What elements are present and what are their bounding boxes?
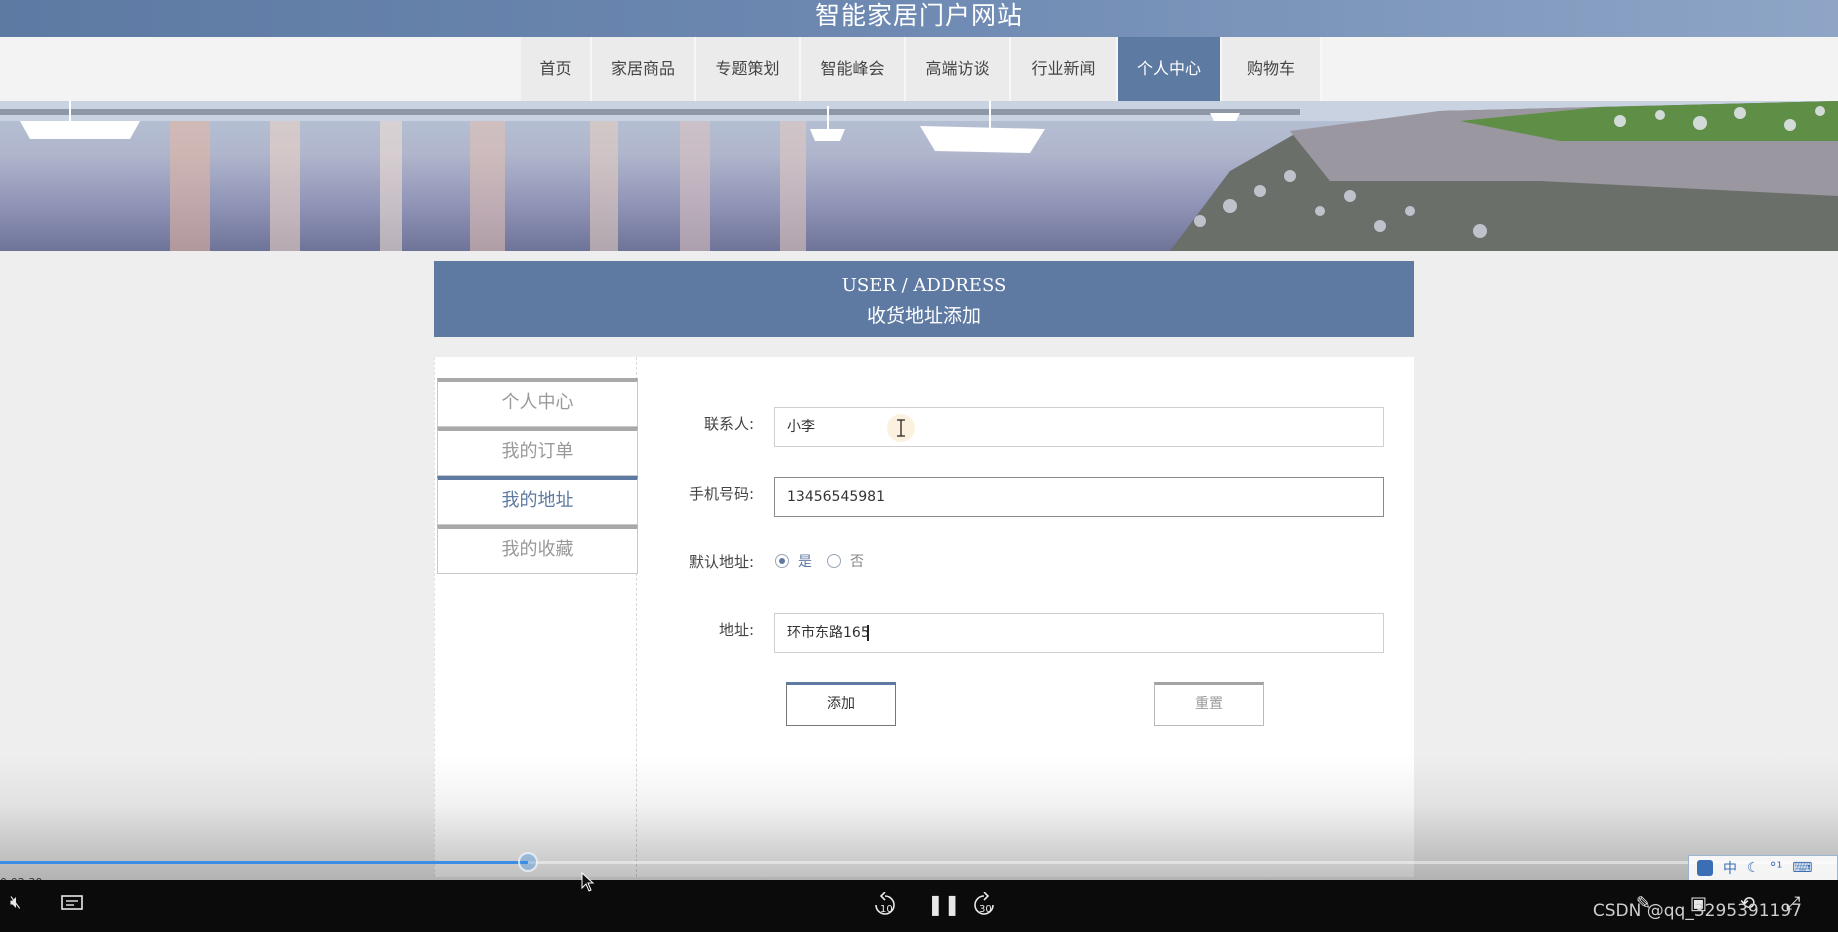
mute-icon[interactable]: 🔇︎ [10, 892, 21, 913]
nav-item-home[interactable]: 首页 [521, 37, 592, 101]
user-sidebar: 个人中心 我的订单 我的地址 我的收藏 [434, 357, 638, 877]
rewind-seconds: 10 [880, 904, 893, 915]
nav-item-summit[interactable]: 智能峰会 [801, 37, 906, 101]
default-yes-radio[interactable] [775, 554, 789, 568]
mouse-pointer-icon [581, 872, 595, 892]
reset-button[interactable]: 重置 [1154, 682, 1264, 726]
nav-item-news[interactable]: 行业新闻 [1011, 37, 1118, 101]
default-no-radio[interactable] [827, 554, 841, 568]
contact-label: 联系人: [703, 415, 754, 433]
nav-item-cart[interactable]: 购物车 [1222, 37, 1322, 101]
add-button[interactable]: 添加 [786, 682, 896, 726]
nav-bar: 首页 家居商品 专题策划 智能峰会 高端访谈 行业新闻 个人中心 购物车 [0, 37, 1838, 101]
section-header: USER / ADDRESS 收货地址添加 [434, 261, 1414, 337]
keyboard-icon[interactable]: ⌨ [1792, 860, 1812, 876]
phone-input[interactable]: 13456545981 [774, 477, 1384, 517]
text-caret [867, 625, 869, 641]
default-yes-label[interactable]: 是 [798, 551, 812, 571]
progress-bar[interactable] [0, 861, 1838, 864]
subtitle-icon[interactable] [61, 895, 83, 913]
phone-label: 手机号码: [688, 485, 754, 503]
player-controls: 🔇︎ 10 ❚❚ 30 ✎ ▣ ⟲ ⤢ [0, 880, 1838, 932]
progress-fill [0, 861, 528, 864]
pause-icon[interactable]: ❚❚ [927, 892, 961, 916]
moon-icon[interactable]: ☾ [1747, 860, 1760, 876]
section-title-cn: 收货地址添加 [866, 305, 981, 327]
section-title-en: USER / ADDRESS [841, 275, 1007, 296]
watermark: CSDN @qq_3295391197 [1592, 901, 1802, 921]
banner-image [0, 101, 1838, 251]
nav-item-user-center[interactable]: 个人中心 [1118, 37, 1222, 101]
content-panel: 个人中心 我的订单 我的地址 我的收藏 联系人: 小李 手机号码: 134565… [434, 357, 1414, 877]
default-address-label: 默认地址: [688, 553, 754, 571]
default-no-label[interactable]: 否 [850, 551, 864, 571]
address-label: 地址: [718, 621, 754, 639]
site-header: 智能家居门户网站 [0, 0, 1838, 37]
nav-item-interviews[interactable]: 高端访谈 [906, 37, 1011, 101]
contact-input[interactable]: 小李 [774, 407, 1384, 447]
forward-seconds: 30 [979, 904, 992, 915]
site-title: 智能家居门户网站 [814, 1, 1023, 30]
punctuation-icon[interactable]: °¹ [1770, 860, 1783, 876]
progress-knob[interactable] [517, 852, 538, 872]
nav-item-products[interactable]: 家居商品 [592, 37, 696, 101]
ime-mode[interactable]: 中 [1723, 858, 1737, 878]
main-nav: 首页 家居商品 专题策划 智能峰会 高端访谈 行业新闻 个人中心 购物车 [521, 37, 1322, 101]
ime-logo-icon [1697, 860, 1713, 876]
ime-toolbar[interactable]: 中 ☾ °¹ ⌨ [1688, 855, 1838, 881]
nav-item-topics[interactable]: 专题策划 [696, 37, 801, 101]
text-cursor-icon [887, 414, 915, 442]
sidebar-item-orders[interactable]: 我的订单 [437, 427, 638, 476]
address-input[interactable]: 环市东路165 [774, 613, 1384, 653]
